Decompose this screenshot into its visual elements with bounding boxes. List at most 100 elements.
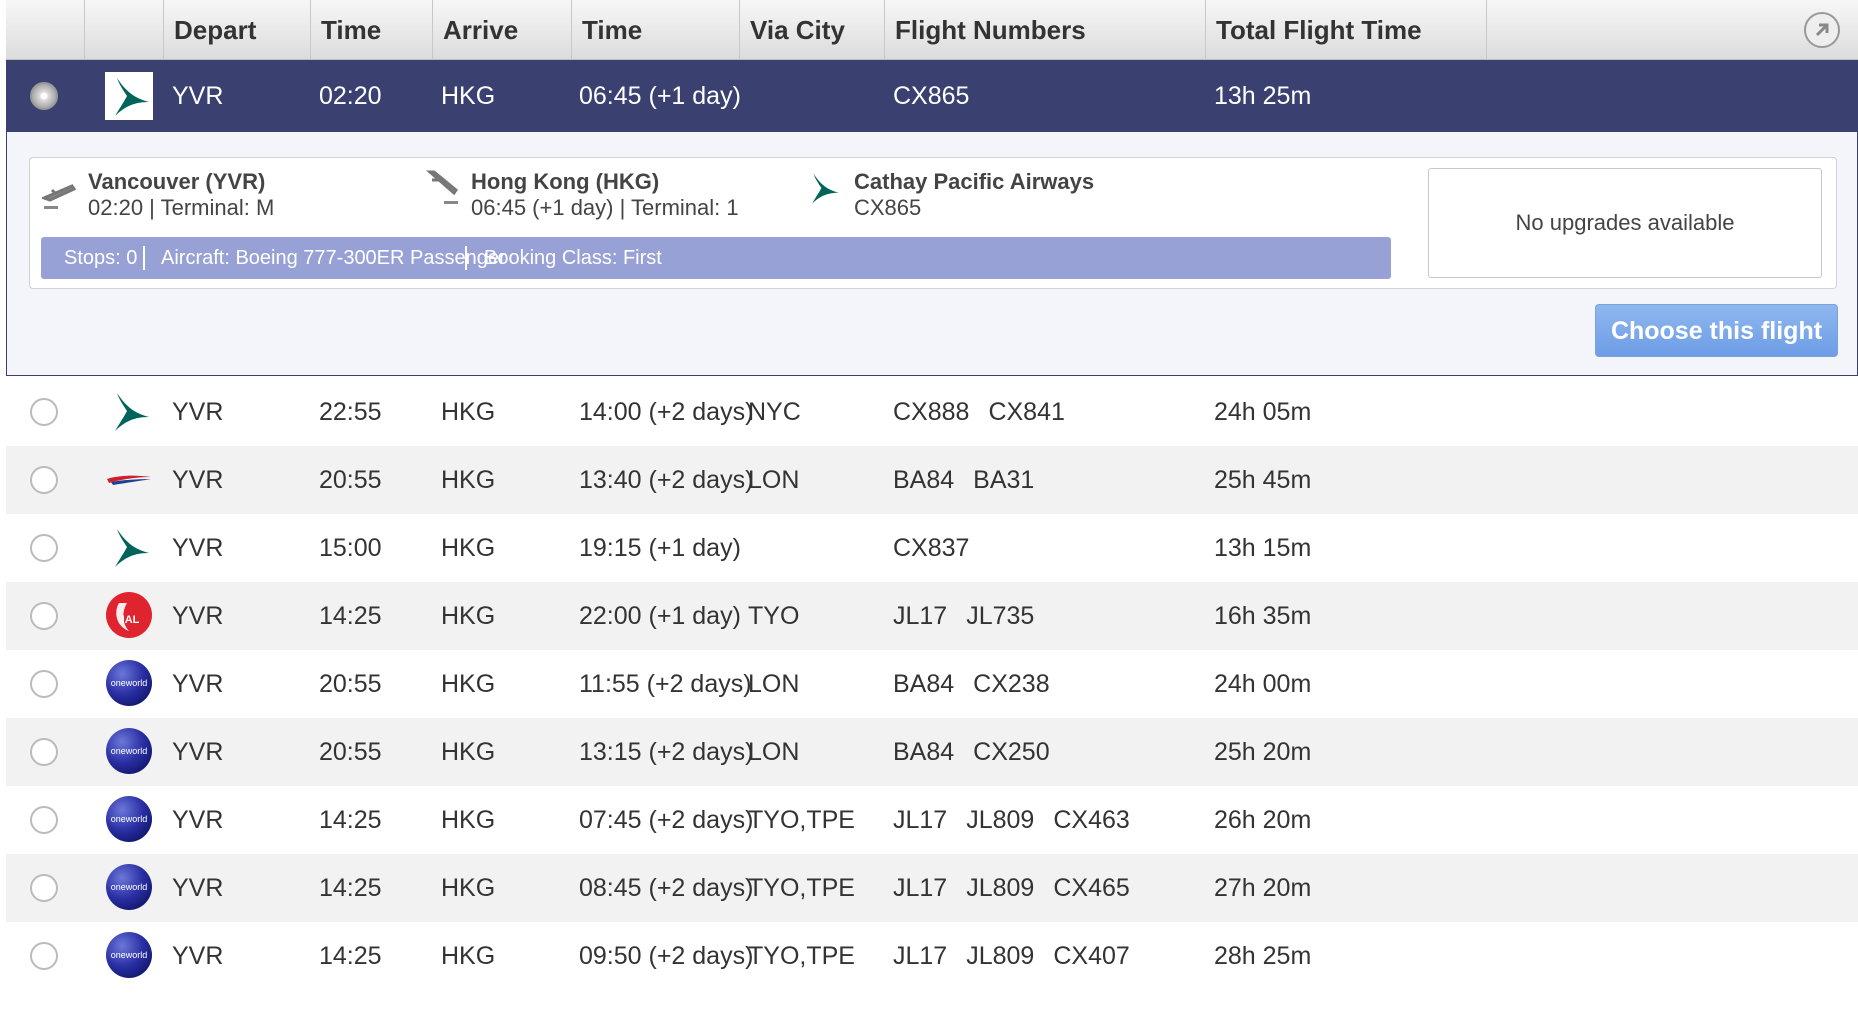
arrive-time: 19:15 (+1 day) <box>579 534 741 562</box>
flight-row[interactable]: oneworld YVR 14:25 HKG 08:45 (+2 days) TYO,TP… <box>6 854 1858 922</box>
selected-arrive: HKG <box>441 82 496 110</box>
flight-info-strip: Stops: 0 Aircraft: Boeing 777-300ER Pass… <box>41 237 1391 279</box>
arrive-time: 08:45 (+2 days) <box>579 874 754 902</box>
jal-logo-text: JAL <box>119 614 140 626</box>
depart-time: 15:00 <box>319 534 382 562</box>
flight-row[interactable]: oneworld YVR 14:25 HKG 07:45 (+2 days) TYO,TP… <box>6 786 1858 854</box>
flight-number: JL17 <box>893 806 948 834</box>
depart-airport: YVR <box>172 806 224 834</box>
flight-row[interactable]: oneworld YVR 14:25 HKG 09:50 (+2 days) TYO,TP… <box>6 922 1858 990</box>
destination-name: Hong Kong (HKG) <box>471 169 660 194</box>
depart-time: 20:55 <box>319 670 382 698</box>
airline-name: Cathay Pacific Airways <box>854 169 1095 194</box>
depart-time: 14:25 <box>319 942 382 970</box>
via-city: TYO,TPE <box>748 874 855 902</box>
arrive-time: 07:45 (+2 days) <box>579 806 754 834</box>
flight-number: CX837 <box>893 534 970 562</box>
total-flight-time: 13h 15m <box>1214 534 1312 562</box>
depart-time: 14:25 <box>319 874 382 902</box>
flight-row[interactable]: oneworld YVR 20:55 HKG 13:15 (+2 days) LON BA8… <box>6 718 1858 786</box>
depart-time: 20:55 <box>319 738 382 766</box>
flight-numbers: BA84 CX238 <box>893 650 1069 718</box>
selected-flight-row[interactable]: YVR 02:20 HKG 06:45 (+1 day) CX865 13h 2… <box>6 60 1858 132</box>
flight-radio[interactable] <box>30 670 58 698</box>
flight-row[interactable]: YVR 22:55 HKG 14:00 (+2 days) NYC CX888 CX841 2… <box>6 378 1858 446</box>
cathay-pacific-logo <box>105 72 153 120</box>
flight-radio[interactable] <box>30 806 58 834</box>
flight-number: BA84 <box>893 738 955 766</box>
header-depart-time[interactable]: Time <box>310 0 432 60</box>
header-depart[interactable]: Depart <box>163 0 310 60</box>
flight-numbers: BA84 CX250 <box>893 718 1069 786</box>
depart-time: 14:25 <box>319 806 382 834</box>
flight-radio[interactable] <box>30 874 58 902</box>
total-flight-time: 27h 20m <box>1214 874 1312 902</box>
depart-airport: YVR <box>172 942 224 970</box>
flight-number: JL809 <box>966 942 1035 970</box>
selected-arrive-time: 06:45 (+1 day) <box>579 82 741 110</box>
airline-flight: CX865 <box>854 195 922 220</box>
via-city: TYO,TPE <box>748 806 855 834</box>
flight-numbers: JL17 JL809 CX407 <box>893 922 1149 990</box>
flight-radio-selected[interactable] <box>30 82 58 110</box>
depart-time: 22:55 <box>319 398 382 426</box>
flight-number: BA84 <box>893 466 955 494</box>
cathay-logo <box>105 523 155 573</box>
flight-row[interactable]: YVR 15:00 HKG 19:15 (+1 day) CX837 13h 15m <box>6 514 1858 582</box>
british-airways-logo <box>105 455 155 505</box>
arrive-time: 11:55 (+2 days) <box>579 670 752 698</box>
oneworld-logo: oneworld <box>105 795 155 845</box>
selected-total: 13h 25m <box>1214 82 1312 110</box>
arrive-time: 13:40 (+2 days) <box>579 466 754 494</box>
flight-radio[interactable] <box>30 466 58 494</box>
header-total-flight-time[interactable]: Total Flight Time <box>1205 0 1486 60</box>
header-flight-numbers[interactable]: Flight Numbers <box>884 0 1205 60</box>
flight-number: CX238 <box>973 670 1050 698</box>
total-flight-time: 24h 00m <box>1214 670 1312 698</box>
depart-airport: YVR <box>172 466 224 494</box>
upgrades-box: No upgrades available <box>1428 168 1822 278</box>
via-city: NYC <box>748 398 801 426</box>
flight-row[interactable]: oneworld YVR 20:55 HKG 11:55 (+2 days) LON BA8… <box>6 650 1858 718</box>
total-flight-time: 16h 35m <box>1214 602 1312 630</box>
header-logo-col <box>84 0 163 60</box>
via-city: TYO <box>748 602 800 630</box>
depart-airport: YVR <box>172 670 224 698</box>
flight-radio[interactable] <box>30 534 58 562</box>
flight-row[interactable]: YVR 20:55 HKG 13:40 (+2 days) LON BA84 BA31 25h… <box>6 446 1858 514</box>
flight-radio[interactable] <box>30 738 58 766</box>
header-arrive-time[interactable]: Time <box>571 0 739 60</box>
arrive-time: 14:00 (+2 days) <box>579 398 754 426</box>
flight-row[interactable]: JAL YVR 14:25 HKG 22:00 (+1 day) TYO JL17 JL735… <box>6 582 1858 650</box>
header-arrive[interactable]: Arrive <box>432 0 571 60</box>
depart-airport: YVR <box>172 398 224 426</box>
cathay-pacific-logo <box>804 166 842 215</box>
origin-info: 02:20 | Terminal: M <box>88 195 275 220</box>
origin-name: Vancouver (YVR) <box>88 169 266 194</box>
oneworld-logo: oneworld <box>105 931 155 981</box>
depart-airport: YVR <box>172 738 224 766</box>
choose-flight-button[interactable]: Choose this flight <box>1595 304 1838 357</box>
oneworld-logo-text: oneworld <box>111 746 148 756</box>
jal-logo: JAL <box>105 591 155 641</box>
arrive-airport: HKG <box>441 602 496 630</box>
takeoff-icon <box>39 176 77 215</box>
flight-number: CX407 <box>1053 942 1130 970</box>
arrive-time: 09:50 (+2 days) <box>579 942 754 970</box>
depart-airport: YVR <box>172 602 224 630</box>
flight-numbers: JL17 JL735 <box>893 582 1053 650</box>
depart-time: 20:55 <box>319 466 382 494</box>
landing-icon <box>426 168 460 211</box>
arrow-circle-icon[interactable] <box>1804 12 1840 48</box>
total-flight-time: 26h 20m <box>1214 806 1312 834</box>
oneworld-logo-text: oneworld <box>111 882 148 892</box>
flight-number: JL17 <box>893 942 948 970</box>
oneworld-logo: oneworld <box>105 727 155 777</box>
strip-divider <box>465 246 467 270</box>
header-via-city[interactable]: Via City <box>739 0 884 60</box>
flight-radio[interactable] <box>30 398 58 426</box>
flight-radio[interactable] <box>30 942 58 970</box>
results-header: Depart Time Arrive Time Via City Flight … <box>6 0 1858 60</box>
flight-radio[interactable] <box>30 602 58 630</box>
header-actions-col <box>1486 0 1858 60</box>
